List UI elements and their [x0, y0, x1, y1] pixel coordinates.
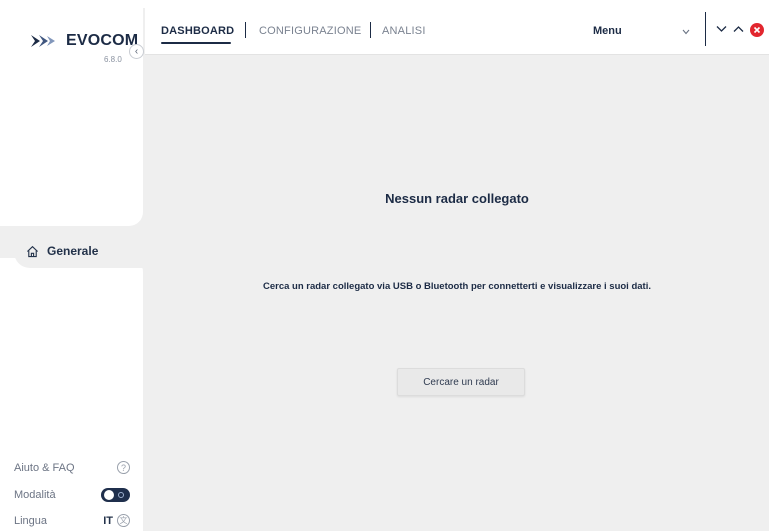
- language-label: Lingua: [14, 514, 48, 527]
- mode-label: Modalità: [14, 489, 56, 501]
- mode-row: Modalità: [14, 488, 130, 502]
- home-icon: [27, 245, 38, 257]
- tab-configurazione[interactable]: CONFIGURAZIONE: [259, 25, 361, 37]
- help-faq-label: Aiuto & FAQ: [14, 461, 75, 474]
- language-selector[interactable]: IT 文: [103, 514, 130, 527]
- sidebar: EVOCOM 6.8.0 Generale Aiuto & FAQ ? Moda…: [0, 8, 145, 531]
- top-navigation-bar: DASHBOARD CONFIGURAZIONE ANALISI Menu: [145, 8, 769, 55]
- chevron-up-icon: [733, 26, 743, 32]
- question-icon: ?: [117, 461, 130, 474]
- empty-state-title: Nessun radar collegato: [385, 191, 529, 206]
- app-version: 6.8.0: [104, 55, 122, 64]
- header-divider: [705, 12, 706, 46]
- app-logo: EVOCOM: [30, 32, 138, 50]
- search-radar-button[interactable]: Cercare un radar: [397, 368, 525, 396]
- evocom-logo-icon: [31, 35, 55, 47]
- menu-dropdown[interactable]: Menu: [593, 25, 622, 37]
- maximize-button[interactable]: [730, 20, 746, 38]
- active-tab-indicator: [161, 42, 231, 44]
- sidebar-item-label: Generale: [47, 244, 99, 258]
- minimize-button[interactable]: [713, 20, 729, 38]
- app-name: EVOCOM: [66, 32, 139, 49]
- tab-analisi[interactable]: ANALISI: [382, 25, 426, 37]
- close-button[interactable]: [750, 23, 764, 37]
- tab-dashboard[interactable]: DASHBOARD: [161, 25, 234, 37]
- language-row[interactable]: Lingua IT 文: [14, 514, 130, 527]
- help-faq-row[interactable]: Aiuto & FAQ ?: [14, 461, 130, 474]
- collapse-sidebar-button[interactable]: ‹: [129, 44, 144, 59]
- chevron-down-icon: [716, 26, 726, 32]
- tab-separator: [370, 22, 371, 38]
- close-icon: [753, 26, 761, 34]
- chevron-left-icon: ‹: [134, 46, 139, 57]
- translate-icon: 文: [117, 514, 130, 527]
- tab-separator: [245, 22, 246, 38]
- language-code: IT: [103, 514, 113, 527]
- toggle-knob: [104, 490, 114, 500]
- app-window: EVOCOM 6.8.0 Generale Aiuto & FAQ ? Moda…: [0, 0, 769, 531]
- moon-icon: [118, 492, 124, 498]
- chevron-down-icon[interactable]: [682, 29, 690, 35]
- mode-toggle[interactable]: [101, 488, 130, 502]
- sidebar-item-generale[interactable]: Generale: [14, 234, 145, 268]
- empty-state-description: Cerca un radar collegato via USB o Bluet…: [262, 281, 651, 292]
